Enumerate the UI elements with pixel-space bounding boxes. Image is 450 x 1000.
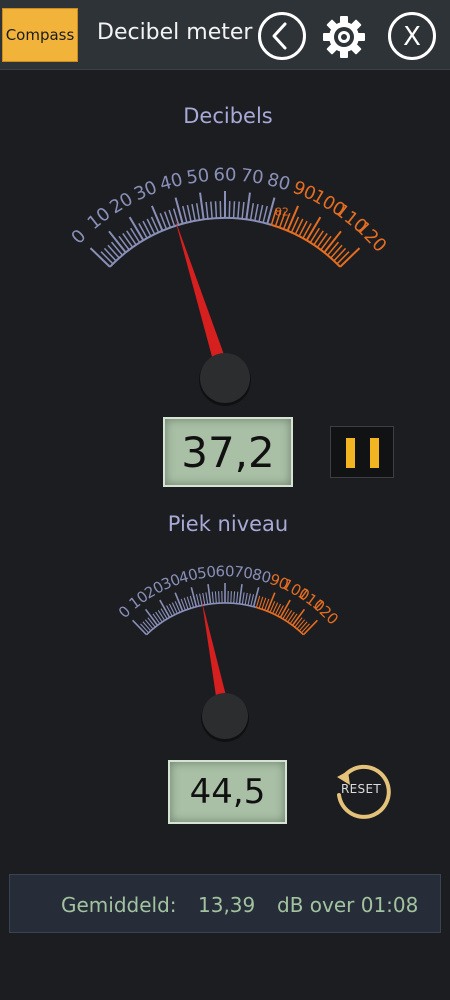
gauge-tick-label: 60: [215, 562, 234, 580]
average-value: 13,39: [198, 893, 256, 917]
gauge-tick: [250, 594, 255, 607]
gauge-tick: [244, 592, 248, 605]
gauge-tick: [214, 591, 217, 604]
gauge-tick: [236, 591, 239, 604]
gauge-tick: [205, 592, 209, 605]
gauge-tick: [195, 594, 200, 607]
gauge-tick: [199, 593, 203, 606]
gauge-tick: [157, 610, 166, 621]
gauge-tick: [247, 593, 251, 606]
gauge-tick: [289, 613, 298, 624]
gauge-tick: [152, 613, 161, 624]
peak-level-gauge: 0102030405060708090100110120: [115, 562, 342, 742]
gauge-tick: [284, 610, 293, 621]
reset-button[interactable]: RESET: [330, 760, 392, 822]
gauge-tick: [287, 611, 295, 623]
gauge-tick: [155, 611, 163, 623]
gauge-tick: [294, 617, 303, 628]
gauge-tick: [218, 591, 220, 604]
average-panel: Gemiddeld: 13,39 dB over 01:08: [9, 874, 441, 933]
gauge-tick: [142, 621, 152, 632]
needle-hub: [202, 693, 248, 739]
average-duration: dB over 01:08: [277, 893, 419, 917]
gauge-tick: [147, 617, 156, 628]
reset-label: RESET: [341, 782, 381, 796]
gauge-tick: [255, 595, 261, 608]
gauge-tick: [189, 595, 195, 608]
gauge-tick-label: 50: [196, 562, 217, 582]
peak-decibel-readout: 44,5: [168, 760, 287, 824]
gauge-tick: [300, 623, 310, 634]
gauge-tick: [238, 583, 243, 605]
decibel-meter-screen: Compass Decibel meter X Decibels 0 10 20…: [0, 0, 450, 1000]
gauge-tick: [211, 591, 214, 604]
gauge-tick: [233, 591, 236, 604]
gauge-tick: [296, 619, 306, 630]
gauge-tick: [202, 592, 206, 605]
gauge-tick: [140, 623, 150, 634]
gauge-tick: [266, 592, 276, 612]
average-label: Gemiddeld:: [61, 893, 177, 917]
gauge-tick: [207, 583, 212, 605]
gauge-tick: [230, 591, 232, 604]
gauge-arc-normal: [145, 602, 257, 636]
gauge-tick: [174, 592, 184, 612]
gauge-tick: [241, 592, 245, 605]
gauge-tick: [298, 621, 308, 632]
gauge-tick: [144, 619, 154, 630]
